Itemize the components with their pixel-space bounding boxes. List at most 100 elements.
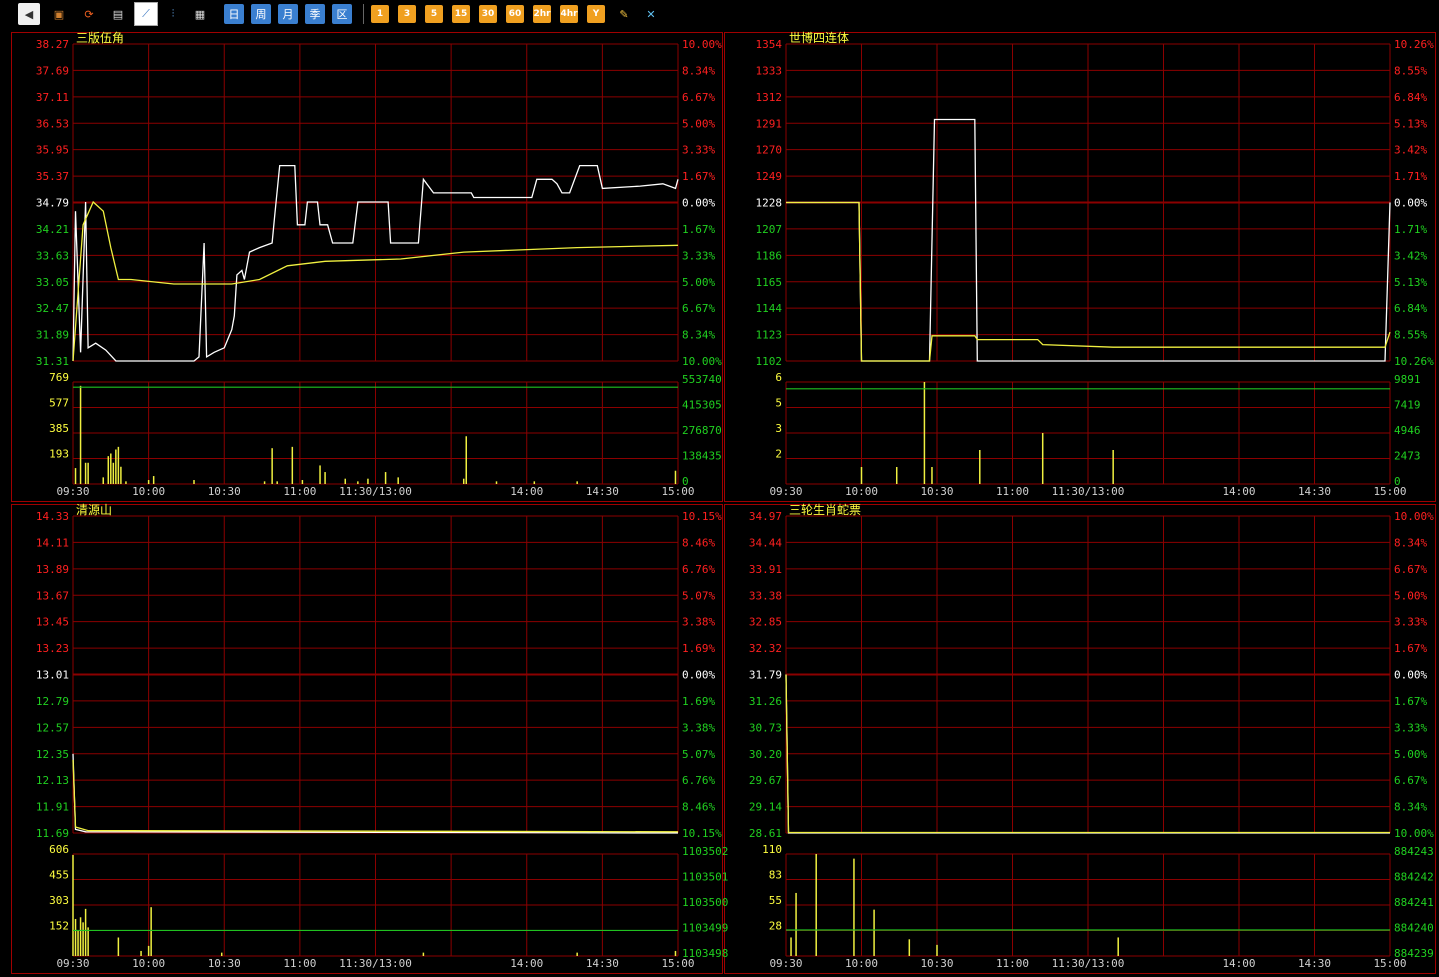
price-tick-label: 14.33 bbox=[36, 510, 69, 523]
percent-tick-label: 6.76% bbox=[682, 563, 715, 576]
volume-right-tick-label: 884241 bbox=[1394, 896, 1434, 909]
percent-tick-label: 1.67% bbox=[682, 170, 715, 183]
percent-tick-label: 1.71% bbox=[1394, 170, 1427, 183]
percent-tick-label: 0.00% bbox=[1394, 197, 1427, 210]
time-axis-label: 14:00 bbox=[510, 957, 543, 970]
percent-tick-label: 6.84% bbox=[1394, 302, 1427, 315]
time-axis-label: 15:00 bbox=[661, 485, 694, 498]
percent-tick-label: 8.55% bbox=[1394, 329, 1427, 342]
time-axis-label: 10:00 bbox=[845, 485, 878, 498]
percent-tick-label: 5.07% bbox=[682, 748, 715, 761]
percent-tick-label: 8.34% bbox=[1394, 536, 1427, 549]
volume-right-tick-label: 4946 bbox=[1394, 424, 1421, 437]
price-tick-label: 30.73 bbox=[749, 721, 782, 734]
percent-tick-label: 5.00% bbox=[682, 276, 715, 289]
time-axis-label: 11:30/13:00 bbox=[1052, 485, 1125, 498]
price-tick-label: 33.91 bbox=[749, 563, 782, 576]
percent-tick-label: 6.67% bbox=[682, 302, 715, 315]
price-tick-label: 1186 bbox=[756, 249, 783, 262]
percent-tick-label: 1.69% bbox=[682, 695, 715, 708]
price-tick-label: 1165 bbox=[756, 276, 783, 289]
time-axis-label: 10:30 bbox=[920, 957, 953, 970]
price-tick-label: 33.05 bbox=[36, 276, 69, 289]
time-axis-label: 14:30 bbox=[586, 485, 619, 498]
price-tick-label: 28.61 bbox=[749, 827, 782, 840]
price-tick-label: 29.67 bbox=[749, 774, 782, 787]
percent-tick-label: 6.67% bbox=[1394, 774, 1427, 787]
chart-panel-1: 世博四连体 1354 1333 1312 1291 1270 1249 1228 1207 118… bbox=[756, 30, 1435, 498]
price-tick-label: 1312 bbox=[756, 91, 783, 104]
volume-tick-label: 577 bbox=[49, 397, 69, 410]
price-tick-label: 38.27 bbox=[36, 38, 69, 51]
price-tick-label: 30.20 bbox=[749, 748, 782, 761]
percent-tick-label: 8.34% bbox=[682, 64, 715, 77]
price-tick-label: 1207 bbox=[756, 223, 783, 236]
time-axis-label: 09:30 bbox=[769, 485, 802, 498]
chart-panel-2: 清源山 14.33 14.11 13.89 13.67 13.45 13.23 13.01 12… bbox=[36, 503, 728, 970]
price-tick-label: 1249 bbox=[756, 170, 783, 183]
volume-right-tick-label: 276870 bbox=[682, 424, 722, 437]
volume-tick-label: 3 bbox=[775, 422, 782, 435]
volume-right-tick-label: 1103501 bbox=[682, 871, 728, 884]
chart-title: 三版伍角 bbox=[76, 31, 124, 45]
volume-tick-label: 455 bbox=[49, 869, 69, 882]
time-axis-label: 14:30 bbox=[1298, 485, 1331, 498]
price-tick-label: 12.79 bbox=[36, 695, 69, 708]
percent-tick-label: 10.26% bbox=[1394, 355, 1434, 368]
percent-tick-label: 10.15% bbox=[682, 827, 722, 840]
price-tick-label: 34.79 bbox=[36, 197, 69, 210]
price-tick-label: 32.85 bbox=[749, 616, 782, 629]
percent-tick-label: 8.46% bbox=[682, 801, 715, 814]
time-axis-label: 10:00 bbox=[132, 957, 165, 970]
volume-right-tick-label: 1103499 bbox=[682, 922, 728, 935]
time-axis-label: 10:00 bbox=[845, 957, 878, 970]
chart-title: 三轮生肖蛇票 bbox=[789, 502, 861, 517]
price-tick-label: 12.13 bbox=[36, 774, 69, 787]
price-tick-label: 31.89 bbox=[36, 329, 69, 342]
percent-tick-label: 6.76% bbox=[682, 774, 715, 787]
percent-tick-label: 3.33% bbox=[1394, 721, 1427, 734]
percent-tick-label: 10.00% bbox=[682, 355, 722, 368]
percent-tick-label: 0.00% bbox=[1394, 669, 1427, 682]
price-tick-label: 1144 bbox=[756, 302, 783, 315]
price-tick-label: 11.69 bbox=[36, 827, 69, 840]
percent-tick-label: 3.38% bbox=[682, 616, 715, 629]
volume-right-tick-label: 884242 bbox=[1394, 871, 1434, 884]
volume-right-tick-label: 884243 bbox=[1394, 845, 1434, 858]
time-axis-label: 15:00 bbox=[1373, 485, 1406, 498]
percent-tick-label: 0.00% bbox=[682, 197, 715, 210]
price-tick-label: 1291 bbox=[756, 117, 783, 130]
percent-tick-label: 3.42% bbox=[1394, 144, 1427, 157]
volume-right-tick-label: 1103502 bbox=[682, 845, 728, 858]
volume-tick-label: 5 bbox=[775, 397, 782, 410]
price-tick-label: 36.53 bbox=[36, 117, 69, 130]
price-tick-label: 12.35 bbox=[36, 748, 69, 761]
chart-panel-0: 三版伍角 38.27 37.69 37.11 36.53 35.95 35.37 34.79 3… bbox=[36, 31, 722, 498]
volume-right-tick-label: 7419 bbox=[1394, 399, 1421, 412]
volume-right-tick-label: 138435 bbox=[682, 450, 722, 463]
volume-tick-label: 28 bbox=[769, 920, 782, 933]
percent-tick-label: 5.13% bbox=[1394, 276, 1427, 289]
percent-tick-label: 1.71% bbox=[1394, 223, 1427, 236]
chart-title: 世博四连体 bbox=[789, 30, 849, 45]
time-axis-label: 11:00 bbox=[996, 957, 1029, 970]
price-tick-label: 13.45 bbox=[36, 616, 69, 629]
price-tick-label: 34.97 bbox=[749, 510, 782, 523]
volume-tick-label: 2 bbox=[775, 448, 782, 461]
volume-right-tick-label: 415305 bbox=[682, 399, 722, 412]
price-tick-label: 1354 bbox=[756, 38, 783, 51]
price-tick-label: 35.37 bbox=[36, 170, 69, 183]
percent-tick-label: 5.13% bbox=[1394, 117, 1427, 130]
price-tick-label: 13.67 bbox=[36, 589, 69, 602]
price-tick-label: 34.21 bbox=[36, 223, 69, 236]
percent-tick-label: 1.69% bbox=[682, 642, 715, 655]
time-axis-label: 14:30 bbox=[1298, 957, 1331, 970]
price-tick-label: 13.89 bbox=[36, 563, 69, 576]
percent-tick-label: 10.26% bbox=[1394, 38, 1434, 51]
percent-tick-label: 3.42% bbox=[1394, 249, 1427, 262]
percent-tick-label: 8.46% bbox=[682, 536, 715, 549]
percent-tick-label: 10.00% bbox=[682, 38, 722, 51]
chart-canvas: 三版伍角 38.27 37.69 37.11 36.53 35.95 35.37 34.79 3… bbox=[36, 30, 1435, 970]
time-axis-label: 11:00 bbox=[283, 485, 316, 498]
time-axis-label: 09:30 bbox=[56, 485, 89, 498]
